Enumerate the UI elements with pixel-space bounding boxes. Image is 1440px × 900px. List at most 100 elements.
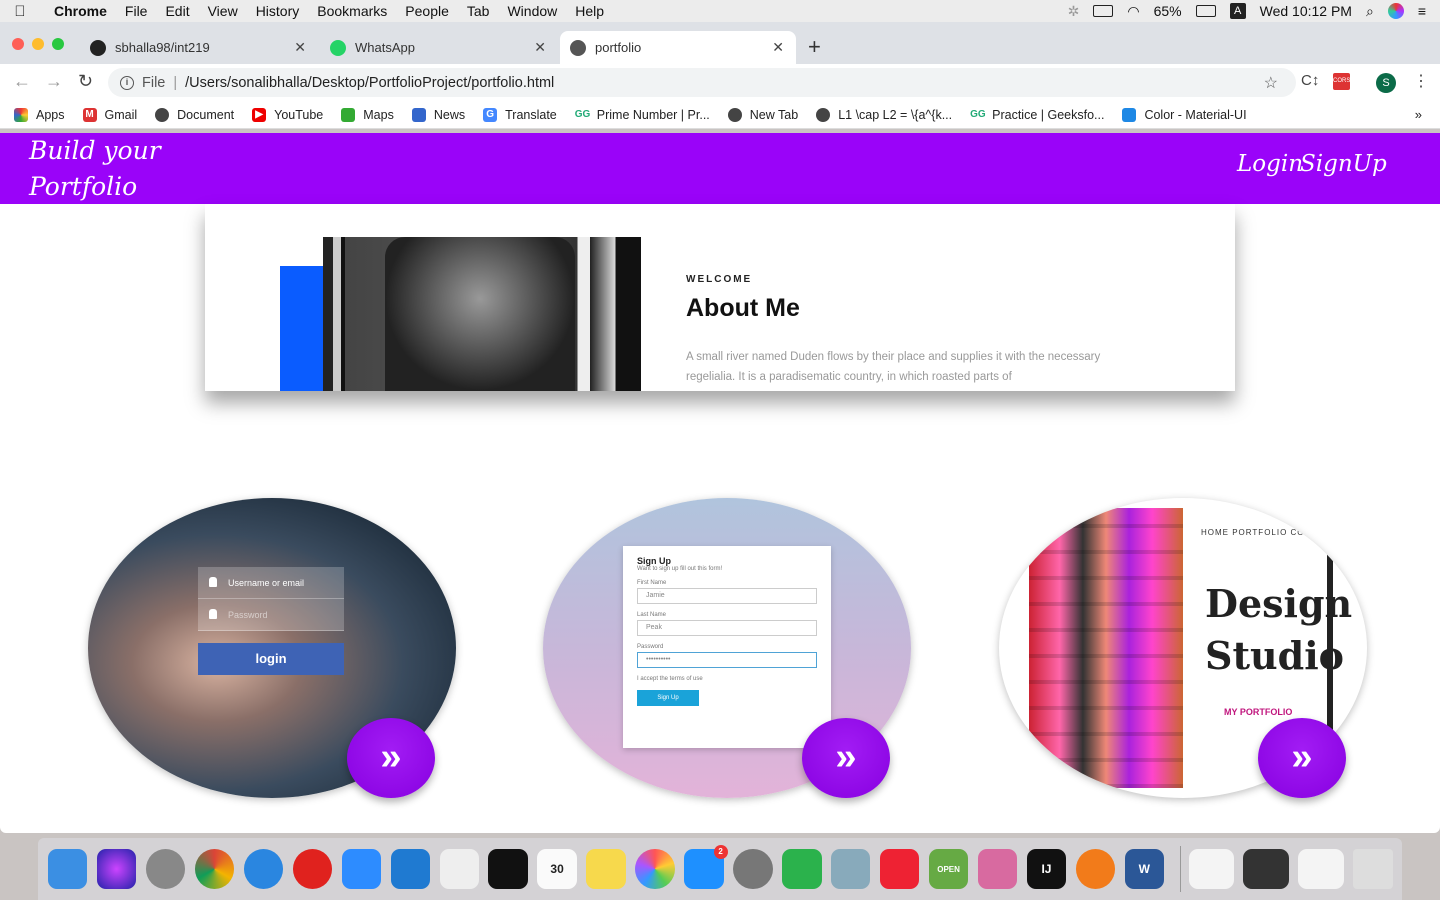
menu-window[interactable]: Window bbox=[507, 3, 557, 19]
photos-icon[interactable] bbox=[635, 849, 675, 889]
menu-view[interactable]: View bbox=[208, 3, 238, 19]
wifi-icon[interactable]: ◠ bbox=[1127, 3, 1139, 20]
extension-ci-icon[interactable]: C↕ bbox=[1301, 72, 1319, 89]
tab-whatsapp[interactable]: WhatsApp ✕ bbox=[320, 31, 558, 64]
more-bookmarks-icon[interactable]: » bbox=[1415, 107, 1422, 122]
login-button-preview: login bbox=[198, 643, 344, 675]
menu-people[interactable]: People bbox=[405, 3, 449, 19]
site-navbar: Build your Portfolio Login SignUp bbox=[0, 133, 1440, 204]
more-menu-icon[interactable]: ⋮ bbox=[1413, 71, 1429, 91]
signup-link[interactable]: SignUp bbox=[1300, 151, 1387, 177]
sketch-pen-icon[interactable] bbox=[1075, 849, 1116, 889]
app-store-icon[interactable]: 2 bbox=[684, 845, 728, 889]
menu-app-name[interactable]: Chrome bbox=[54, 3, 107, 19]
calendar-icon[interactable]: 30 bbox=[537, 849, 577, 889]
url-text[interactable]: /Users/sonalibhalla/Desktop/PortfolioPro… bbox=[185, 75, 554, 91]
login-link[interactable]: Login bbox=[1237, 151, 1303, 177]
bookmark-l1-cap-l2[interactable]: L1 \cap L2 = \{a^{k... bbox=[816, 107, 953, 122]
trash-icon[interactable] bbox=[1353, 849, 1393, 889]
safari-icon[interactable] bbox=[243, 849, 284, 889]
bookmark-document[interactable]: Document bbox=[155, 107, 234, 122]
info-icon[interactable]: i bbox=[120, 75, 134, 90]
finder-icon[interactable] bbox=[48, 849, 88, 889]
zoom-icon[interactable] bbox=[341, 849, 382, 889]
art-mosaic-overlay bbox=[1029, 508, 1183, 788]
facetime-icon[interactable] bbox=[782, 849, 822, 889]
bluetooth-icon[interactable]: ✲ bbox=[1068, 3, 1080, 20]
launchpad-icon[interactable] bbox=[145, 849, 186, 889]
intellij-icon[interactable]: IJ bbox=[1026, 849, 1067, 889]
bookmark-material-ui[interactable]: Color - Material-UI bbox=[1122, 107, 1247, 122]
about-text: A small river named Duden flows by their… bbox=[686, 351, 1101, 383]
input-source-icon[interactable]: A bbox=[1229, 3, 1246, 19]
display-icon[interactable] bbox=[1093, 5, 1114, 17]
battery-percent[interactable]: 65% bbox=[1154, 3, 1182, 19]
bookmark-label: Practice | Geeksfo... bbox=[992, 107, 1105, 122]
system-preferences-icon[interactable] bbox=[733, 849, 773, 889]
chrome-icon[interactable] bbox=[194, 849, 235, 889]
spotlight-search-icon[interactable]: ⌕ bbox=[1366, 3, 1374, 20]
zoom-window-button[interactable] bbox=[52, 38, 64, 50]
notes-icon[interactable] bbox=[586, 849, 626, 889]
new-tab-button[interactable]: + bbox=[808, 34, 821, 60]
notification-center-icon[interactable]: ≡ bbox=[1418, 3, 1426, 19]
tab-portfolio[interactable]: portfolio ✕ bbox=[560, 31, 796, 64]
open-login-template-button[interactable]: » bbox=[347, 718, 435, 798]
word-icon[interactable]: W bbox=[1124, 849, 1165, 889]
bookmark-apps[interactable]: Apps bbox=[14, 107, 65, 122]
close-tab-icon[interactable]: ✕ bbox=[772, 39, 784, 56]
bookmark-maps[interactable]: Maps bbox=[341, 107, 394, 122]
opera-icon[interactable] bbox=[292, 849, 333, 889]
bookmark-prime-number[interactable]: GG Prime Number | Pr... bbox=[575, 108, 710, 122]
profile-avatar[interactable]: S bbox=[1376, 73, 1396, 93]
bookmark-new-tab[interactable]: New Tab bbox=[727, 107, 798, 122]
bookmark-label: L1 \cap L2 = \{a^{k... bbox=[838, 107, 953, 122]
menu-file[interactable]: File bbox=[125, 3, 148, 19]
site-brand[interactable]: Build your Portfolio bbox=[29, 133, 161, 205]
battery-icon[interactable] bbox=[1195, 5, 1216, 17]
reload-icon[interactable]: ↻ bbox=[78, 71, 93, 92]
bookmark-youtube[interactable]: ▶ YouTube bbox=[252, 107, 323, 122]
menu-help[interactable]: Help bbox=[575, 3, 604, 19]
bookmark-practice[interactable]: GG Practice | Geeksfo... bbox=[970, 108, 1104, 122]
cors-extension-icon[interactable]: CORS bbox=[1333, 73, 1350, 90]
archive-utility-icon[interactable] bbox=[977, 849, 1018, 889]
back-arrow-icon[interactable]: ← bbox=[13, 71, 31, 92]
recent-window-thumbnail-icon[interactable] bbox=[1243, 849, 1289, 889]
bookmark-label: Maps bbox=[363, 107, 394, 122]
address-bar[interactable]: i File | /Users/sonalibhalla/Desktop/Por… bbox=[108, 68, 1296, 97]
tab-github[interactable]: sbhalla98/int219 ✕ bbox=[80, 31, 318, 64]
close-window-button[interactable] bbox=[12, 38, 24, 50]
url-scheme: File bbox=[142, 74, 166, 91]
open-signup-template-button[interactable]: » bbox=[802, 718, 890, 798]
preview-icon[interactable] bbox=[831, 849, 871, 889]
open-sign-icon[interactable]: OPEN bbox=[928, 849, 969, 889]
vscode-icon[interactable] bbox=[390, 849, 430, 889]
bookmark-star-icon[interactable]: ☆ bbox=[1264, 73, 1278, 93]
menu-edit[interactable]: Edit bbox=[165, 3, 189, 19]
globe-icon bbox=[155, 107, 170, 122]
terminal-icon[interactable] bbox=[488, 849, 528, 889]
recent-window-thumbnail-icon[interactable] bbox=[1188, 849, 1234, 889]
menu-history[interactable]: History bbox=[256, 3, 300, 19]
username-field-preview: Username or email bbox=[198, 567, 344, 599]
textedit-icon[interactable] bbox=[439, 849, 479, 889]
gmail-icon: M bbox=[82, 107, 97, 122]
anydesk-icon[interactable] bbox=[879, 849, 920, 889]
signup-form-preview: Sign Up Want to sign up fill out this fo… bbox=[623, 546, 831, 748]
bookmark-translate[interactable]: G Translate bbox=[483, 107, 557, 122]
siri-icon[interactable] bbox=[96, 849, 137, 889]
menu-bookmarks[interactable]: Bookmarks bbox=[317, 3, 387, 19]
bookmark-gmail[interactable]: M Gmail bbox=[82, 107, 137, 122]
minimize-window-button[interactable] bbox=[32, 38, 44, 50]
clock[interactable]: Wed 10:12 PM bbox=[1260, 3, 1352, 19]
close-tab-icon[interactable]: ✕ bbox=[534, 39, 546, 56]
bookmark-news[interactable]: News bbox=[411, 107, 465, 122]
apple-menu-icon[interactable]:  bbox=[0, 3, 40, 20]
close-tab-icon[interactable]: ✕ bbox=[294, 39, 306, 56]
open-studio-template-button[interactable]: » bbox=[1258, 718, 1346, 798]
menu-tab[interactable]: Tab bbox=[467, 3, 490, 19]
forward-arrow-icon[interactable]: → bbox=[45, 71, 63, 92]
recent-window-thumbnail-icon[interactable] bbox=[1298, 849, 1344, 889]
siri-menu-icon[interactable] bbox=[1387, 3, 1404, 19]
